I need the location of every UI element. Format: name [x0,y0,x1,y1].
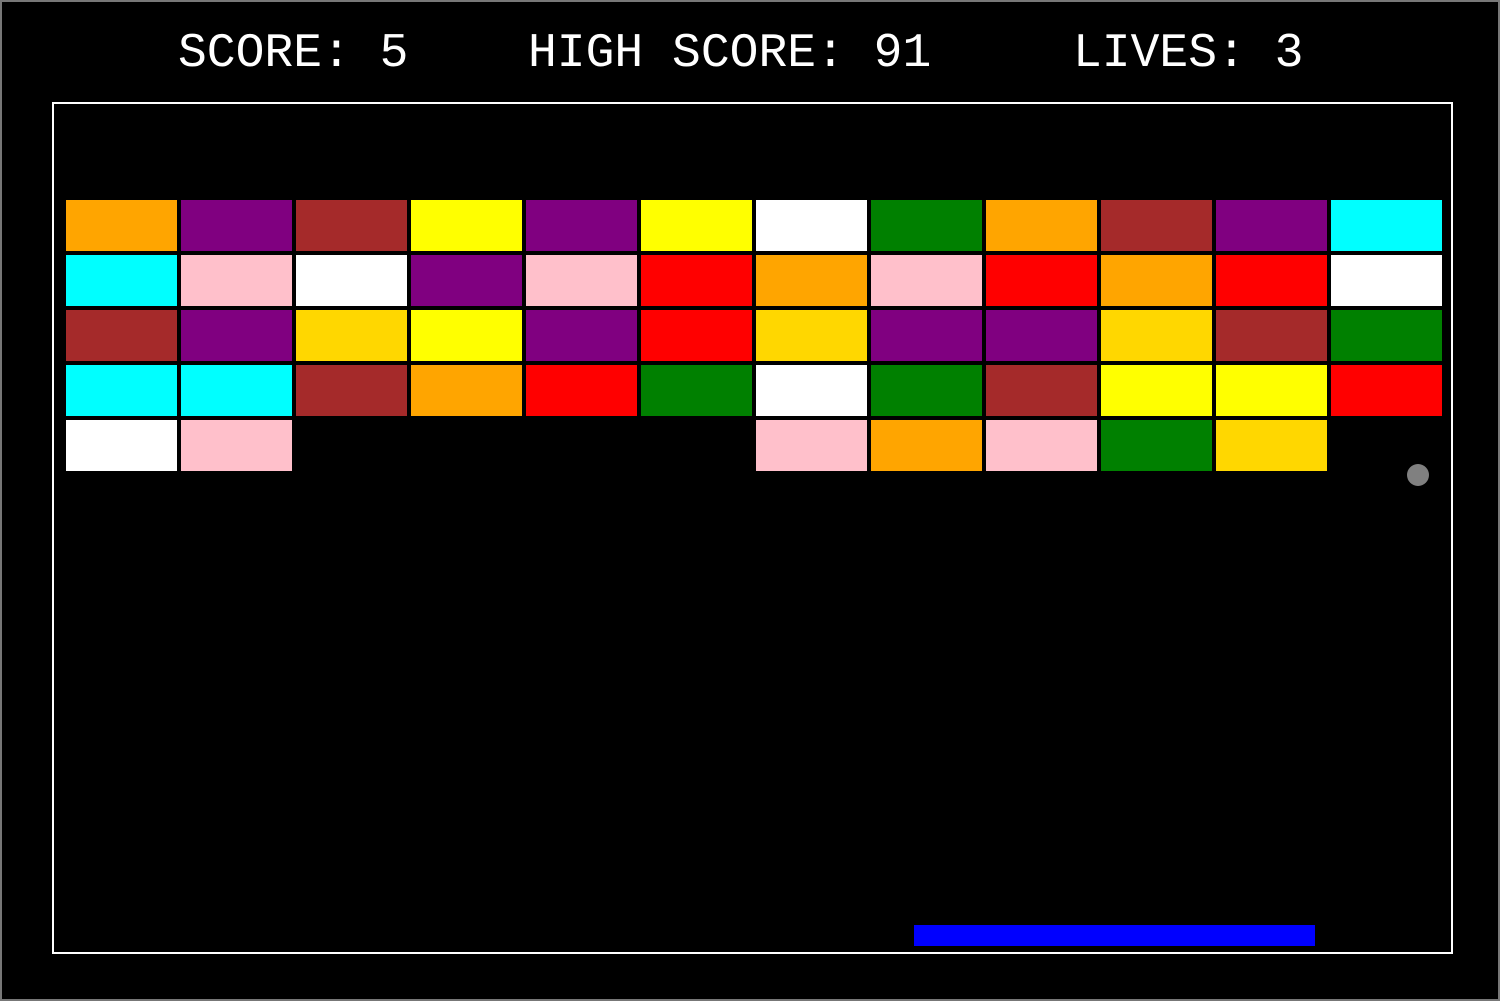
brick-cyan [1331,200,1442,251]
brick-purple [526,310,637,361]
brick-gold [1216,420,1327,471]
brick-purple [526,200,637,251]
lives-value: 3 [1274,27,1304,81]
brick-green [871,200,982,251]
brick-white [1331,255,1442,306]
brick-red [1331,365,1442,416]
brick-brown [296,365,407,416]
brick-green [1101,420,1212,471]
brick-white [66,420,177,471]
high-score-value: 91 [873,27,932,81]
brick-purple [986,310,1097,361]
brick-gold [1101,310,1212,361]
brick-red [641,310,752,361]
high-score-display: HIGH SCORE: 91 [528,26,931,82]
brick-brown [1216,310,1327,361]
brick-yellow [641,200,752,251]
brick-green [871,365,982,416]
brick-white [756,365,867,416]
brick-brown [296,200,407,251]
brick-white [756,200,867,251]
brick-red [1216,255,1327,306]
brick-purple [411,255,522,306]
brick-cyan [66,255,177,306]
brick-pink [181,255,292,306]
brick-orange [756,255,867,306]
brick-yellow [411,310,522,361]
brick-pink [526,255,637,306]
brick-yellow [1101,365,1212,416]
brick-green [1331,310,1442,361]
brick-red [641,255,752,306]
brick-pink [756,420,867,471]
brick-purple [181,310,292,361]
paddle[interactable] [914,925,1315,946]
brick-orange [411,365,522,416]
brick-purple [1216,200,1327,251]
brick-pink [181,420,292,471]
brick-brown [986,365,1097,416]
hud-bar: SCORE: 5 HIGH SCORE: 91 LIVES: 3 [2,26,1498,86]
brick-gold [756,310,867,361]
brick-gold [296,310,407,361]
brick-pink [871,255,982,306]
brick-brown [66,310,177,361]
brick-purple [871,310,982,361]
brick-white [296,255,407,306]
brick-orange [66,200,177,251]
brick-purple [181,200,292,251]
playfield[interactable] [52,102,1453,954]
brick-pink [986,420,1097,471]
brick-yellow [1216,365,1327,416]
lives-label: LIVES: [1073,27,1246,81]
brick-yellow [411,200,522,251]
brick-brown [1101,200,1212,251]
brick-cyan [181,365,292,416]
game-screen: SCORE: 5 HIGH SCORE: 91 LIVES: 3 [0,0,1500,1001]
brick-orange [871,420,982,471]
brick-cyan [66,365,177,416]
score-value: 5 [379,27,409,81]
score-label: SCORE: [178,27,351,81]
brick-orange [1101,255,1212,306]
brick-green [641,365,752,416]
ball [1407,464,1429,486]
brick-red [986,255,1097,306]
brick-orange [986,200,1097,251]
high-score-label: HIGH SCORE: [528,27,845,81]
lives-display: LIVES: 3 [1073,26,1303,82]
brick-red [526,365,637,416]
score-display: SCORE: 5 [178,26,408,82]
